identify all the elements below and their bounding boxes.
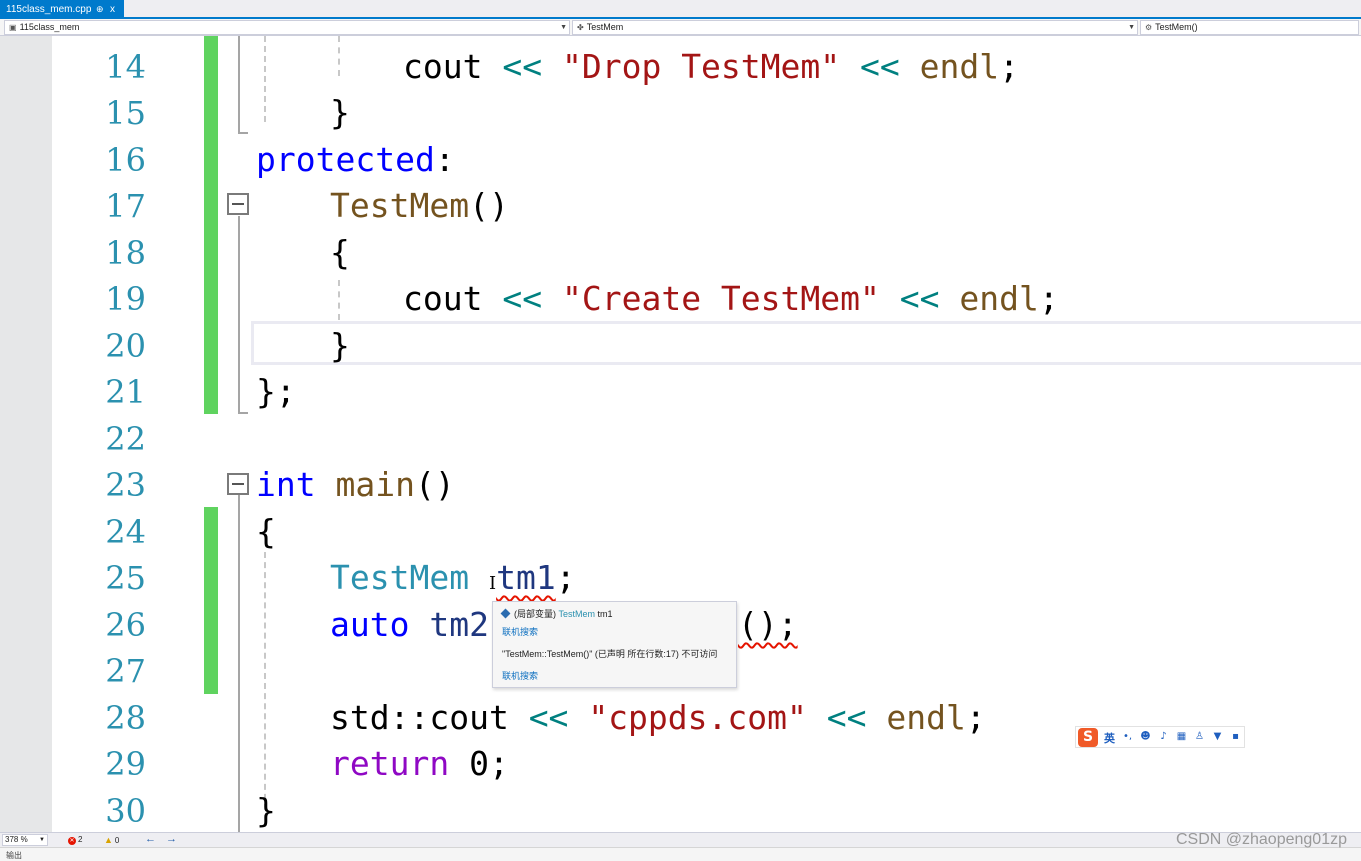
outline-tick (238, 132, 248, 134)
line-number: 20 (105, 327, 146, 365)
class-icon: ✤ (577, 23, 584, 32)
code-line-30: } (256, 791, 276, 830)
warning-count[interactable]: ▲ 0 (104, 835, 119, 846)
chevron-down-icon: ▼ (560, 24, 567, 31)
line-number: 27 (105, 652, 146, 690)
toolbox-icon[interactable]: ▪ (1230, 731, 1241, 742)
online-search-link[interactable]: 联机搜索 (502, 625, 538, 638)
code-line-23: int main() (256, 465, 455, 504)
navigation-bar: ▣ 115class_mem ▼ ✤ TestMem ▼ ⚙ TestMem() (0, 19, 1361, 36)
code-line-20: } (330, 326, 350, 365)
code-line-16: protected: (256, 140, 455, 179)
scope-label: TestMem (586, 22, 624, 32)
project-icon: ▣ (9, 23, 17, 32)
ime-language-toggle[interactable]: 英 (1104, 730, 1115, 746)
code-line-19: cout << "Create TestMem" << endl; (403, 279, 1059, 318)
method-icon: ⚙ (1145, 23, 1153, 32)
line-number: 16 (105, 141, 146, 179)
indent-guide (264, 552, 266, 810)
ime-toolbar[interactable]: S 英 •, ☻ ♪ ▦ ♙ ▼ ▪ (1075, 726, 1245, 748)
variable-tm1[interactable]: tm1 (496, 558, 556, 597)
pin-icon[interactable]: ⊕ (96, 0, 104, 19)
warning-icon: ▲ (104, 835, 113, 845)
line-number: 30 (105, 792, 146, 830)
collapse-main-toggle[interactable] (227, 473, 249, 495)
outline-line (238, 216, 240, 414)
microphone-icon[interactable]: ♪ (1158, 731, 1169, 742)
code-line-24: { (256, 512, 276, 551)
output-panel-label[interactable]: 输出 (6, 850, 22, 861)
tab-title: 115class_mem.cpp (6, 4, 92, 15)
status-bar: 378 % ▼ ✕ 2 ▲ 0 ← → (0, 832, 1361, 847)
navigate-back-icon[interactable]: ← (145, 833, 156, 846)
online-search-link[interactable]: 联机搜索 (502, 669, 538, 682)
code-line-26: auto tm2 (330, 605, 489, 644)
project-label: 115class_mem (19, 22, 80, 32)
user-icon[interactable]: ♙ (1194, 731, 1205, 742)
line-number: 17 (105, 187, 146, 225)
glyph-margin (0, 36, 52, 832)
member-dropdown[interactable]: ⚙ TestMem() (1140, 20, 1359, 35)
line-number: 21 (105, 373, 146, 411)
text-cursor-icon: I (488, 573, 497, 594)
tab-115class-mem-cpp[interactable]: 115class_mem.cpp ⊕ x (0, 0, 124, 19)
code-line-29: return 0; (330, 744, 509, 783)
change-bar (204, 36, 218, 414)
close-icon[interactable]: x (110, 0, 115, 19)
line-number: 14 (105, 48, 146, 86)
line-number: 26 (105, 606, 146, 644)
line-number: 22 (105, 420, 146, 458)
skin-icon[interactable]: ▼ (1212, 731, 1223, 742)
error-count[interactable]: ✕ 2 (68, 835, 82, 845)
code-line-28: std::cout << "cppds.com" << endl; (330, 698, 986, 737)
member-label: TestMem() (1155, 22, 1198, 32)
line-number: 15 (105, 94, 146, 132)
line-number: 23 (105, 466, 146, 504)
line-number: 29 (105, 745, 146, 783)
keyboard-icon[interactable]: ▦ (1176, 731, 1187, 742)
line-number: 19 (105, 280, 146, 318)
tooltip-error-message: "TestMem::TestMem()" (已声明 所在行数:17) 不可访问 (502, 649, 718, 659)
punctuation-icon[interactable]: •, (1122, 731, 1133, 742)
outline-line (238, 36, 240, 134)
chevron-down-icon: ▼ (1128, 24, 1135, 31)
line-number: 25 (105, 559, 146, 597)
code-line-26-tail: (); (738, 605, 798, 644)
error-icon: ✕ (68, 837, 76, 845)
sogou-logo-icon[interactable]: S (1078, 728, 1098, 747)
code-line-21: }; (256, 372, 296, 411)
chevron-down-icon: ▼ (39, 837, 45, 843)
output-panel-strip: 输出 (0, 847, 1361, 861)
emoji-icon[interactable]: ☻ (1140, 731, 1151, 742)
project-dropdown[interactable]: ▣ 115class_mem ▼ (4, 20, 570, 35)
outline-line (238, 495, 240, 832)
quick-info-tooltip: (局部变量) TestMem tm1 联机搜索 "TestMem::TestMe… (492, 601, 737, 688)
change-bar (204, 507, 218, 694)
collapse-testmem-ctor-toggle[interactable] (227, 193, 249, 215)
indent-guide (264, 36, 266, 122)
navigate-forward-icon[interactable]: → (166, 833, 177, 846)
document-tab-strip: 115class_mem.cpp ⊕ x (0, 0, 1361, 19)
line-number: 18 (105, 234, 146, 272)
line-number: 24 (105, 513, 146, 551)
watermark: CSDN @zhaopeng01zp (1175, 831, 1347, 848)
current-line-highlight (251, 321, 1361, 365)
code-line-25: TestMem Itm1; (330, 558, 576, 597)
indent-guide (338, 36, 340, 76)
code-line-18: { (330, 233, 350, 272)
local-variable-icon (500, 608, 511, 619)
outline-tick (238, 412, 248, 414)
code-line-17: TestMem() (330, 186, 509, 225)
line-number: 28 (105, 699, 146, 737)
zoom-dropdown[interactable]: 378 % ▼ (2, 834, 48, 846)
scope-dropdown[interactable]: ✤ TestMem ▼ (572, 20, 1138, 35)
code-line-14: cout << "Drop TestMem" << endl; (403, 47, 1019, 86)
code-editor[interactable]: 14 15 16 17 18 19 20 21 22 23 24 25 26 2… (0, 36, 1361, 832)
indent-guide (338, 280, 340, 320)
tooltip-signature: (局部变量) TestMem tm1 (500, 607, 613, 620)
code-line-15: } (330, 93, 350, 132)
